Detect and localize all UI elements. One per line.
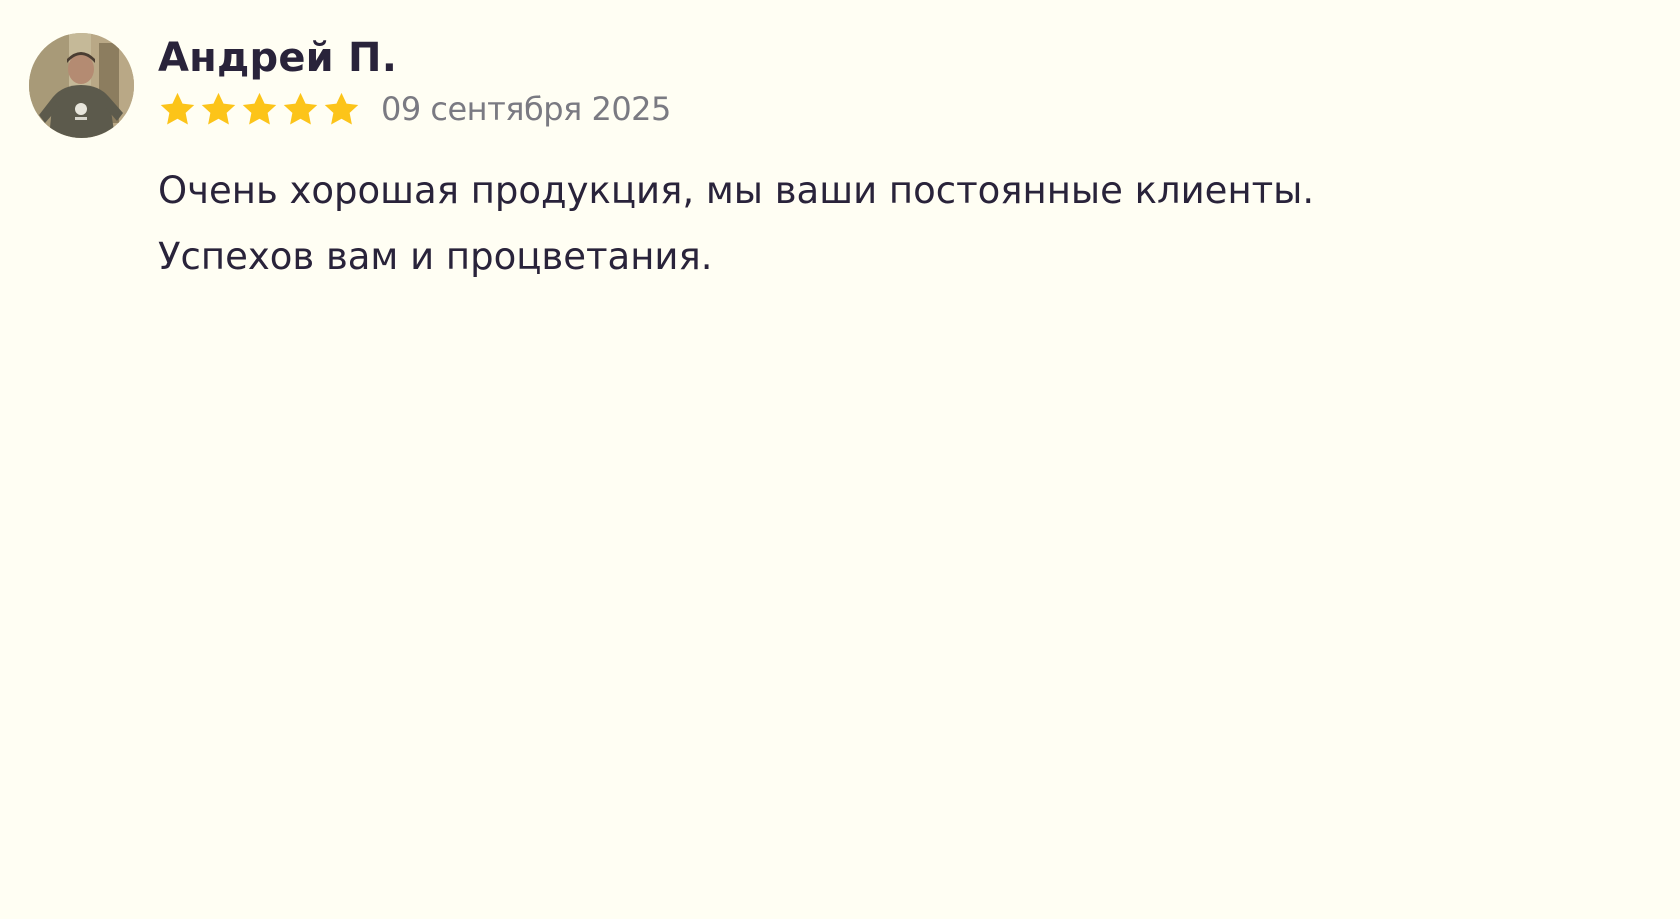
author-name[interactable]: Андрей П.: [158, 34, 397, 82]
review-card: Андрей П. 09 сентября 2025 Очень хорошая…: [0, 0, 1680, 919]
avatar[interactable]: [29, 33, 134, 138]
star-icon: [283, 92, 318, 124]
star-icon: [324, 92, 359, 124]
review-date: 09 сентября 2025: [381, 90, 671, 128]
avatar-photo: [29, 33, 134, 138]
star-icon: [242, 92, 277, 124]
review-text-line: Успехов вам и процветания.: [158, 235, 713, 278]
rating-row: 09 сентября 2025: [158, 86, 671, 132]
review-text: Очень хорошая продукция, мы ваши постоян…: [158, 158, 1538, 290]
review-text-line: Очень хорошая продукция, мы ваши постоян…: [158, 169, 1315, 212]
star-rating: [158, 90, 361, 129]
star-icon: [160, 92, 195, 124]
star-icon: [201, 92, 236, 124]
